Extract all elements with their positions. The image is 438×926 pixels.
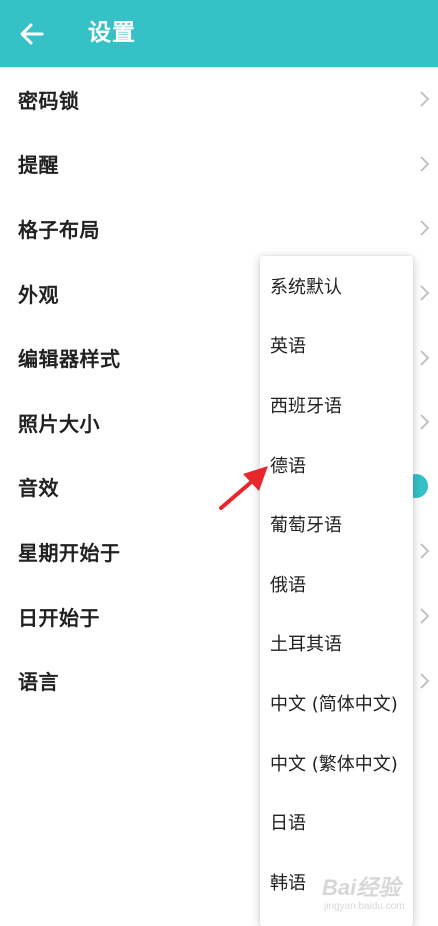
- settings-item-password-lock[interactable]: 密码锁: [0, 67, 438, 132]
- language-option-portuguese[interactable]: 葡萄牙语: [260, 494, 413, 554]
- language-option-turkish[interactable]: 土耳其语: [260, 614, 413, 674]
- language-option-japanese[interactable]: 日语: [260, 792, 413, 852]
- settings-item-label: 音效: [18, 476, 59, 501]
- settings-item-grid-layout[interactable]: 格子布局: [0, 196, 438, 261]
- language-dropdown-menu: 系统默认 英语 西班牙语 德语 葡萄牙语 俄语 土耳其语 中文 (简体中文) 中…: [260, 256, 413, 926]
- chevron-right-icon: [420, 285, 430, 301]
- settings-item-label: 编辑器样式: [18, 347, 121, 372]
- settings-item-label: 照片大小: [18, 411, 100, 436]
- settings-item-label: 格子布局: [18, 217, 100, 242]
- chevron-right-icon: [420, 414, 430, 430]
- chevron-right-icon: [420, 673, 430, 689]
- page-title: 设置: [88, 20, 136, 46]
- settings-item-label: 星期开始于: [18, 540, 121, 565]
- chevron-right-icon: [420, 156, 430, 172]
- language-option-german[interactable]: 德语: [260, 435, 413, 495]
- back-button[interactable]: [16, 19, 48, 49]
- language-option-spanish[interactable]: 西班牙语: [260, 375, 413, 435]
- language-option-system-default[interactable]: 系统默认: [260, 256, 413, 316]
- language-option-chinese-simplified[interactable]: 中文 (简体中文): [260, 673, 413, 733]
- settings-item-label: 语言: [18, 670, 59, 695]
- chevron-right-icon: [420, 543, 430, 560]
- arrow-left-icon: [20, 23, 44, 45]
- language-option-chinese-traditional[interactable]: 中文 (繁体中文): [260, 733, 413, 793]
- app-bar: 设置: [0, 0, 438, 67]
- settings-item-reminder[interactable]: 提醒: [0, 132, 438, 197]
- language-option-russian[interactable]: 俄语: [260, 554, 413, 614]
- settings-item-label: 密码锁: [18, 88, 80, 113]
- settings-item-label: 日开始于: [18, 605, 100, 630]
- chevron-right-icon: [420, 91, 430, 107]
- chevron-right-icon: [420, 350, 430, 366]
- language-option-english[interactable]: 英语: [260, 316, 413, 376]
- language-option-korean[interactable]: 韩语: [260, 852, 413, 912]
- settings-item-label: 外观: [18, 282, 59, 307]
- settings-item-label: 提醒: [18, 153, 59, 178]
- chevron-right-icon: [420, 220, 430, 237]
- chevron-right-icon: [420, 608, 430, 624]
